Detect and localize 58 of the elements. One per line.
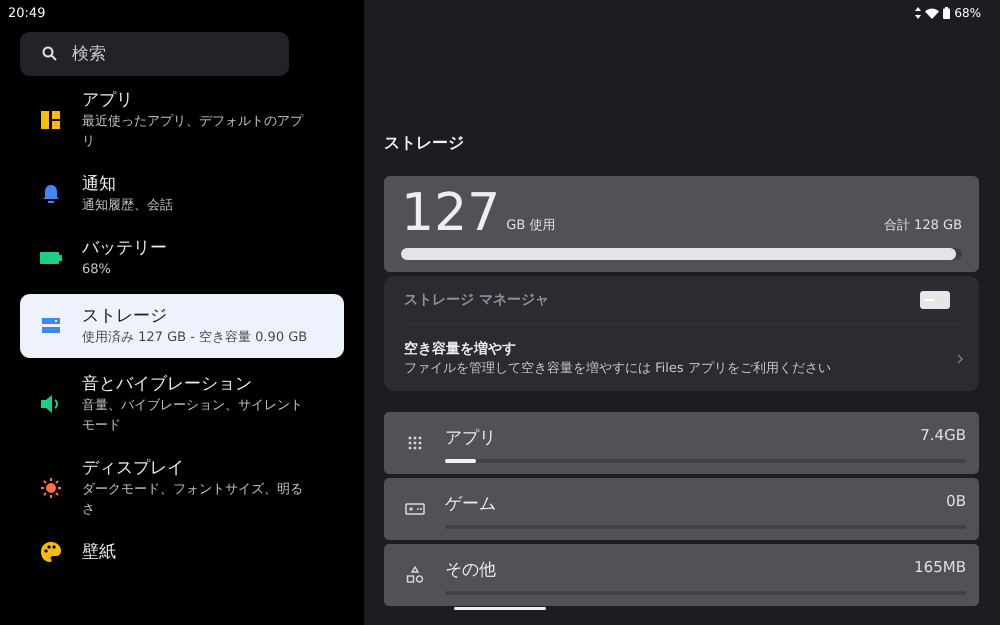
sidebar-item[interactable]: バッテリー 68% (20, 230, 344, 286)
battery-icon (40, 252, 62, 264)
free-up-row[interactable]: 空き容量を増やす ファイルを管理して空き容量を増やすには Files アプリをご利用ください (404, 325, 959, 391)
search-bar[interactable]: 検索 (20, 32, 289, 76)
gamepad-icon (404, 503, 424, 515)
data-arrows-icon (915, 7, 922, 19)
sidebar-item[interactable]: アプリ 最近使ったアプリ、デフォルトのアプリ (20, 82, 344, 158)
category-name: アプリ (445, 427, 496, 449)
gesture-handle[interactable] (454, 607, 546, 610)
bell-icon (42, 184, 60, 204)
speaker-icon (41, 395, 61, 413)
category-size: 165MB (914, 558, 966, 578)
item-subtitle: 68% (82, 261, 112, 279)
free-up-subtitle: ファイルを管理して空き容量を増やすには Files アプリをご利用ください (404, 360, 832, 378)
used-unit: GB 使用 (506, 217, 556, 234)
palette-icon (40, 541, 62, 563)
item-title: ディスプレイ (82, 457, 185, 480)
item-subtitle: 使用済み 127 GB - 空き容量 0.90 GB (82, 329, 308, 347)
page-title: ストレージ (384, 133, 465, 154)
sidebar-item[interactable]: ストレージ 使用済み 127 GB - 空き容量 0.90 GB (20, 294, 344, 358)
sidebar-item[interactable]: 壁紙 (20, 534, 344, 570)
category-size: 0B (946, 492, 966, 512)
item-title: バッテリー (82, 237, 168, 260)
category-size: 7.4GB (920, 426, 966, 446)
search-icon (42, 46, 58, 62)
category-row[interactable]: ゲーム 0B (384, 478, 979, 540)
category-row[interactable]: その他 165MB (384, 544, 979, 606)
item-title: ストレージ (82, 305, 168, 328)
item-subtitle: 通知履歴、会話 (82, 197, 174, 215)
used-amount: 127 (401, 186, 500, 240)
item-title: 音とバイブレーション (82, 373, 253, 396)
manager-label: ストレージ マネージャ (404, 291, 549, 309)
shapes-icon (406, 566, 424, 584)
battery-icon (943, 7, 950, 19)
sidebar-item[interactable]: 音とバイブレーション 音量、バイブレーション、サイレントモード (20, 366, 344, 442)
manager-switch[interactable] (920, 291, 950, 309)
wifi-icon (925, 8, 940, 18)
chevron-icon (957, 354, 963, 364)
battery-percent: 68% (954, 6, 981, 20)
item-subtitle: 最近使ったアプリ、デフォルトのアプリ (82, 113, 304, 151)
category-row[interactable]: アプリ 7.4GB (384, 412, 979, 474)
item-title: アプリ (82, 89, 134, 112)
total-capacity: 合計 128 GB (884, 217, 962, 234)
item-subtitle: ダークモード、フォントサイズ、明るさ (82, 481, 304, 519)
panels-icon (41, 111, 61, 129)
category-name: その他 (445, 559, 496, 581)
sidebar-item[interactable]: ディスプレイ ダークモード、フォントサイズ、明るさ (20, 450, 344, 526)
item-title: 通知 (82, 173, 117, 196)
storage-icon (42, 318, 60, 334)
item-subtitle: 音量、バイブレーション、サイレントモード (82, 397, 304, 435)
grid-icon (408, 436, 422, 450)
sun-icon (41, 478, 61, 498)
category-name: ゲーム (445, 493, 496, 515)
search-field[interactable]: 検索 (70, 43, 274, 65)
sidebar-item[interactable]: 通知 通知履歴、会話 (20, 166, 344, 222)
item-title: 壁紙 (82, 541, 117, 564)
status-time: 20:49 (8, 6, 46, 20)
free-up-title: 空き容量を増やす (404, 340, 517, 359)
